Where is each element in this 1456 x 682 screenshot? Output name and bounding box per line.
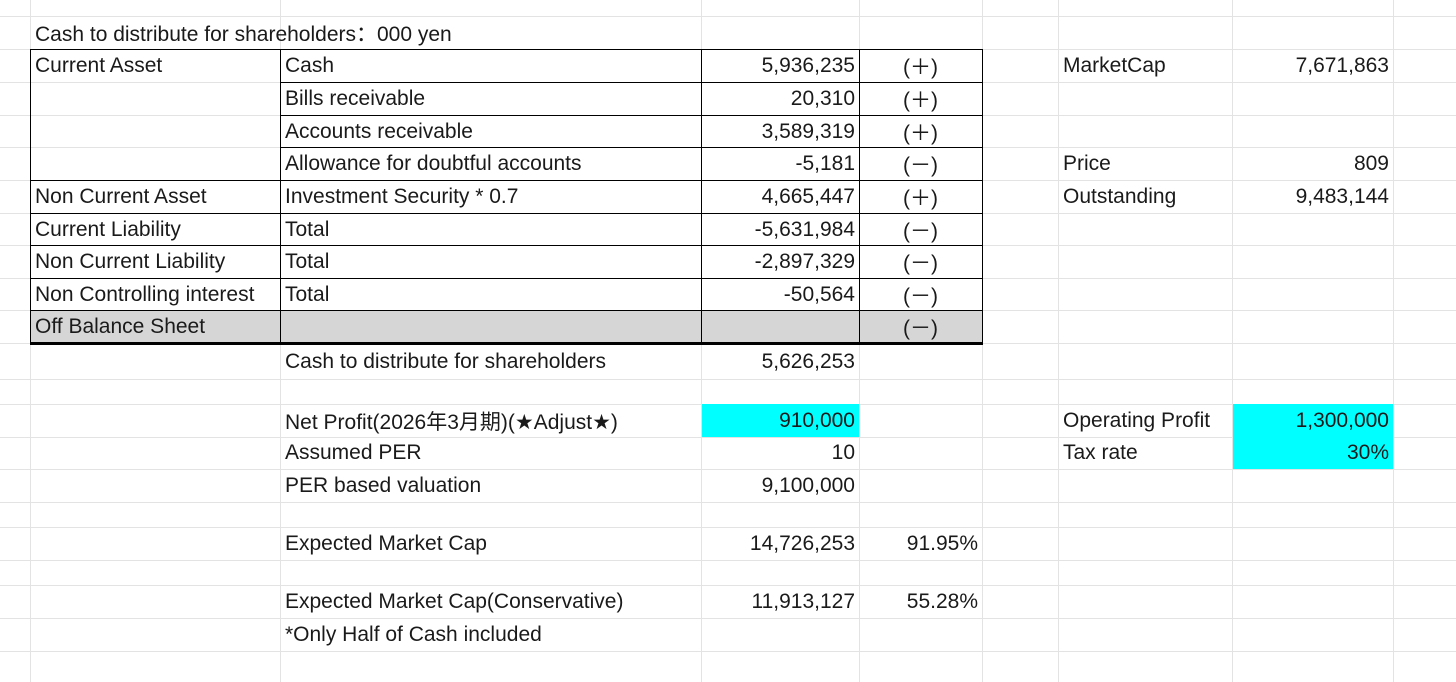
item-cell[interactable]: Total <box>281 279 701 311</box>
assumed-per-label[interactable]: Assumed PER <box>281 437 701 469</box>
tax-rate-value[interactable]: 30% <box>1233 437 1393 469</box>
category-cell[interactable]: Current Liability <box>31 214 281 246</box>
value-cell[interactable]: -5,181 <box>701 148 859 180</box>
expected-cap-pct[interactable]: 91.95% <box>859 528 982 560</box>
cash-total-label[interactable]: Cash to distribute for shareholders <box>281 346 701 378</box>
price-value[interactable]: 809 <box>1233 148 1393 180</box>
value-cell[interactable]: -2,897,329 <box>701 246 859 278</box>
value-cell[interactable]: 20,310 <box>701 83 859 115</box>
grid-line <box>0 618 1456 619</box>
item-cell[interactable]: Bills receivable <box>281 83 701 115</box>
cell-border <box>982 49 983 343</box>
outstanding-label[interactable]: Outstanding <box>1059 181 1233 213</box>
grid-line <box>0 651 1456 652</box>
sheet-title[interactable]: Cash to distribute for shareholders：000 … <box>31 17 731 49</box>
item-cell[interactable]: Total <box>281 214 701 246</box>
assumed-per-value[interactable]: 10 <box>701 437 859 469</box>
sign-cell[interactable]: (－) <box>859 311 982 343</box>
grid-line <box>0 560 1456 561</box>
value-cell[interactable]: -5,631,984 <box>701 214 859 246</box>
tax-rate-label[interactable]: Tax rate <box>1059 437 1233 469</box>
grid-line <box>0 379 1456 380</box>
outstanding-value[interactable]: 9,483,144 <box>1233 181 1393 213</box>
category-cell[interactable]: Non Controlling interest <box>31 279 281 311</box>
expected-cap-cons-value[interactable]: 11,913,127 <box>701 586 859 618</box>
value-cell[interactable]: -50,564 <box>701 279 859 311</box>
item-cell[interactable]: Cash <box>281 50 701 82</box>
item-cell[interactable]: Accounts receivable <box>281 116 701 148</box>
sign-cell[interactable]: (－) <box>859 214 982 246</box>
sign-cell[interactable]: (－) <box>859 279 982 311</box>
item-cell[interactable]: Allowance for doubtful accounts <box>281 148 701 180</box>
sign-cell[interactable]: (－) <box>859 148 982 180</box>
net-profit-value[interactable]: 910,000 <box>702 404 859 437</box>
expected-cap-cons-label[interactable]: Expected Market Cap(Conservative) <box>281 586 701 618</box>
item-cell[interactable]: Investment Security * 0.7 <box>281 181 701 213</box>
category-cell[interactable]: Off Balance Sheet <box>31 311 281 343</box>
category-cell[interactable]: Non Current Liability <box>31 246 281 278</box>
expected-cap-value[interactable]: 14,726,253 <box>701 528 859 560</box>
operating-profit-value[interactable]: 1,300,000 <box>1233 404 1393 437</box>
expected-cap-cons-pct[interactable]: 55.28% <box>859 586 982 618</box>
operating-profit-label[interactable]: Operating Profit <box>1059 404 1233 437</box>
grid-line <box>1393 0 1394 682</box>
expected-cap-label[interactable]: Expected Market Cap <box>281 528 701 560</box>
sign-cell[interactable]: (＋) <box>859 181 982 213</box>
value-cell[interactable]: 4,665,447 <box>701 181 859 213</box>
market-cap-value[interactable]: 7,671,863 <box>1233 50 1393 82</box>
category-cell[interactable]: Non Current Asset <box>31 181 281 213</box>
price-label[interactable]: Price <box>1059 148 1233 180</box>
cash-total-value[interactable]: 5,626,253 <box>701 346 859 378</box>
sign-cell[interactable]: (＋) <box>859 50 982 82</box>
note-cell[interactable]: *Only Half of Cash included <box>281 619 701 651</box>
sign-cell[interactable]: (＋) <box>859 83 982 115</box>
grid-line <box>1232 0 1233 682</box>
grid-line <box>0 502 1456 503</box>
sign-cell[interactable]: (＋) <box>859 116 982 148</box>
item-cell[interactable]: Total <box>281 246 701 278</box>
net-profit-label[interactable]: Net Profit(2026年3月期)(★Adjust★) <box>281 404 701 437</box>
category-cell[interactable]: Current Asset <box>31 50 281 82</box>
sign-cell[interactable]: (－) <box>859 246 982 278</box>
value-cell[interactable]: 3,589,319 <box>701 116 859 148</box>
per-valuation-value[interactable]: 9,100,000 <box>701 470 859 502</box>
value-cell[interactable]: 5,936,235 <box>701 50 859 82</box>
grid-line <box>1058 0 1059 682</box>
market-cap-label[interactable]: MarketCap <box>1059 50 1233 82</box>
per-valuation-label[interactable]: PER based valuation <box>281 470 701 502</box>
